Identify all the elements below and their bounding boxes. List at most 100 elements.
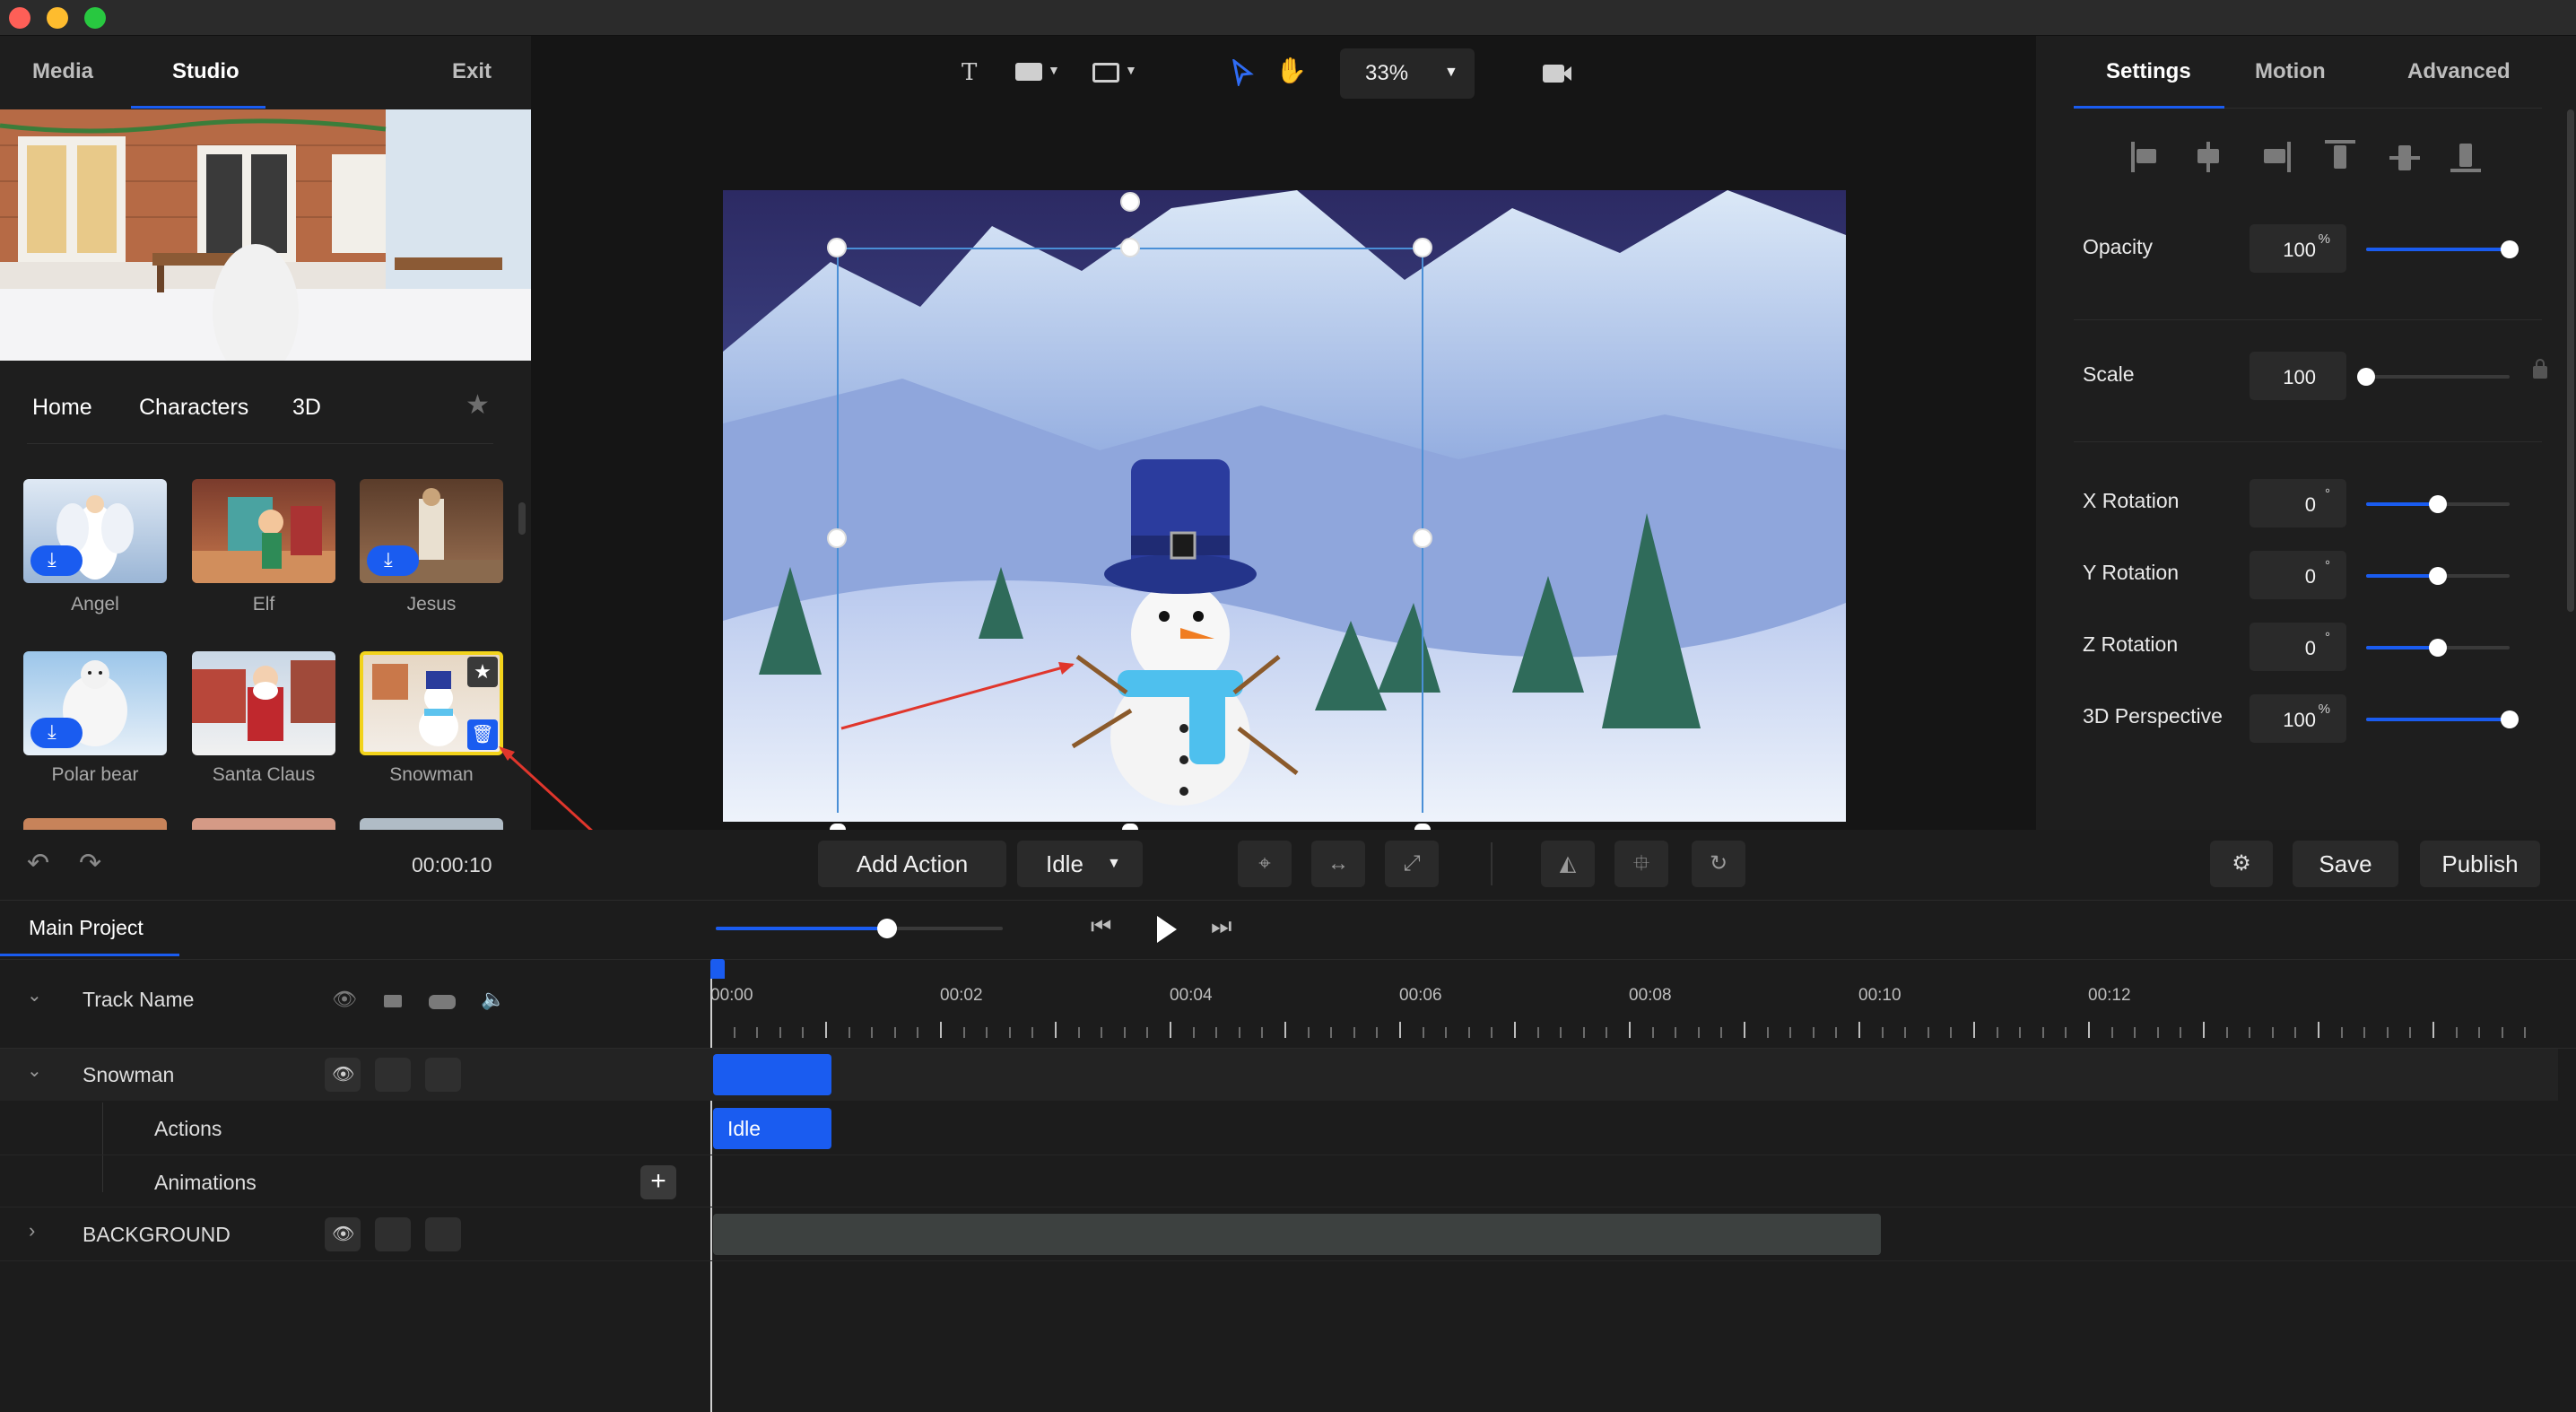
zoom-select[interactable]: 33% ▼: [1340, 48, 1475, 99]
library-item-partial[interactable]: [360, 818, 503, 830]
library-item-elf[interactable]: [192, 479, 335, 583]
timeline-ruler[interactable]: 00:00 00:02 00:04 00:06 00:08 00:10 00:12: [710, 959, 2576, 1056]
y-rotation-input[interactable]: 0 °: [2250, 551, 2346, 599]
library-item-jesus[interactable]: ⤓: [360, 479, 503, 583]
close-window-button[interactable]: [9, 7, 30, 29]
perspective-slider[interactable]: [2366, 710, 2519, 728]
chevron-down-icon[interactable]: ▼: [1125, 63, 1137, 77]
flip-horizontal-icon[interactable]: ◭: [1541, 841, 1595, 887]
expand-icon[interactable]: ⤢: [1385, 841, 1439, 887]
action-clip-idle[interactable]: Idle: [713, 1108, 831, 1149]
selection-box[interactable]: [837, 248, 1423, 813]
exit-button[interactable]: Exit: [452, 59, 492, 84]
library-tab-3d[interactable]: 3D: [292, 395, 321, 421]
eye-icon[interactable]: 👁: [332, 988, 357, 1011]
gear-icon[interactable]: ⚙: [2210, 841, 2273, 887]
lock-icon[interactable]: [384, 995, 402, 1007]
camera-icon[interactable]: [1543, 65, 1564, 83]
chevron-right-icon[interactable]: ›: [29, 1219, 35, 1242]
solo-toggle[interactable]: [425, 1058, 461, 1092]
align-left-icon[interactable]: [2131, 142, 2135, 172]
download-button[interactable]: ⤓: [367, 545, 419, 576]
z-rotation-input[interactable]: 0 °: [2250, 623, 2346, 671]
resize-handle[interactable]: [1413, 528, 1432, 548]
tab-main-project[interactable]: Main Project: [29, 916, 144, 940]
chevron-down-icon[interactable]: ⌄: [27, 984, 42, 1007]
resize-handle[interactable]: [1413, 238, 1432, 257]
center-target-icon[interactable]: ⌖: [1238, 841, 1292, 887]
library-scrollbar[interactable]: [518, 502, 526, 535]
add-animation-button[interactable]: +: [640, 1165, 676, 1199]
library-item-angel[interactable]: ⤓: [23, 479, 167, 583]
timeline-zoom-slider[interactable]: [716, 919, 1003, 938]
x-rotation-slider[interactable]: [2366, 495, 2510, 513]
flip-vertical-icon[interactable]: ⯐: [1614, 841, 1668, 887]
library-item-snowman[interactable]: ★ 🗑: [360, 651, 503, 755]
background-clip[interactable]: [713, 1214, 1881, 1255]
scale-input[interactable]: 100: [2250, 352, 2346, 400]
z-rotation-slider[interactable]: [2366, 639, 2510, 657]
visibility-toggle[interactable]: 👁: [325, 1217, 361, 1251]
library-tab-home[interactable]: Home: [32, 395, 92, 421]
skip-forward-icon[interactable]: ⏭: [1211, 912, 1231, 941]
y-rotation-slider[interactable]: [2366, 567, 2510, 585]
favorite-star-icon[interactable]: ★: [467, 657, 498, 687]
opacity-slider[interactable]: [2366, 240, 2519, 258]
visibility-toggle[interactable]: 👁: [325, 1058, 361, 1092]
speaker-icon[interactable]: 🔈: [481, 988, 505, 1011]
rotate-handle[interactable]: [1120, 192, 1140, 212]
resize-handle[interactable]: [1414, 824, 1431, 830]
scale-slider[interactable]: [2357, 368, 2510, 386]
undo-icon[interactable]: ↶: [27, 848, 49, 879]
trash-icon[interactable]: 🗑: [467, 719, 498, 750]
library-item-santa-claus[interactable]: [192, 651, 335, 755]
chevron-down-icon[interactable]: ▼: [1048, 63, 1060, 77]
download-button[interactable]: ⤓: [30, 718, 83, 748]
lock-toggle[interactable]: [375, 1058, 411, 1092]
playhead-handle[interactable]: [710, 959, 725, 979]
lock-toggle[interactable]: [375, 1217, 411, 1251]
tab-advanced[interactable]: Advanced: [2407, 59, 2511, 84]
timeline-zoom-knob[interactable]: [877, 919, 897, 938]
shape-tool-icon[interactable]: [1015, 63, 1042, 81]
tab-studio[interactable]: Studio: [172, 59, 239, 84]
resize-handle[interactable]: [827, 528, 847, 548]
resize-handle[interactable]: [1120, 238, 1140, 257]
image-tool-icon[interactable]: [1092, 63, 1119, 83]
playhead-line[interactable]: [710, 979, 712, 1412]
select-pointer-icon[interactable]: [1231, 59, 1254, 86]
properties-scrollbar[interactable]: [2567, 109, 2574, 612]
favorites-star-icon[interactable]: ★: [466, 389, 490, 421]
hand-pan-icon[interactable]: ✋: [1275, 56, 1307, 85]
text-tool-icon[interactable]: T: [962, 59, 977, 86]
library-item-partial[interactable]: [192, 818, 335, 830]
align-bottom-icon[interactable]: [2459, 144, 2472, 167]
library-item-polar-bear[interactable]: ⤓: [23, 651, 167, 755]
resize-handle[interactable]: [827, 238, 847, 257]
publish-button[interactable]: Publish: [2420, 841, 2540, 887]
lock-icon[interactable]: [2533, 366, 2547, 379]
resize-handle[interactable]: [830, 824, 846, 830]
horizontal-resize-icon[interactable]: ↔: [1311, 841, 1365, 887]
tab-motion[interactable]: Motion: [2255, 59, 2326, 84]
perspective-input[interactable]: 100%: [2250, 694, 2346, 743]
library-item-partial[interactable]: [23, 818, 167, 830]
library-tab-characters[interactable]: Characters: [139, 395, 248, 421]
tab-media[interactable]: Media: [32, 59, 93, 84]
tab-settings[interactable]: Settings: [2106, 59, 2191, 84]
maximize-window-button[interactable]: [84, 7, 106, 29]
save-button[interactable]: Save: [2293, 841, 2398, 887]
solo-toggle[interactable]: [425, 1217, 461, 1251]
action-select[interactable]: Idle ▼: [1017, 841, 1143, 887]
chevron-down-icon[interactable]: ⌄: [27, 1059, 42, 1082]
redo-icon[interactable]: ↷: [79, 848, 101, 879]
minimize-window-button[interactable]: [47, 7, 68, 29]
align-top-icon[interactable]: [2325, 140, 2355, 144]
timeline-clip[interactable]: [713, 1054, 831, 1095]
resize-handle[interactable]: [1122, 824, 1138, 830]
binoculars-icon[interactable]: [429, 995, 456, 1009]
add-action-button[interactable]: Add Action: [818, 841, 1006, 887]
rotate-icon[interactable]: ↻: [1692, 841, 1745, 887]
skip-back-icon[interactable]: ⏮: [1091, 912, 1111, 941]
opacity-input[interactable]: 100%: [2250, 224, 2346, 273]
